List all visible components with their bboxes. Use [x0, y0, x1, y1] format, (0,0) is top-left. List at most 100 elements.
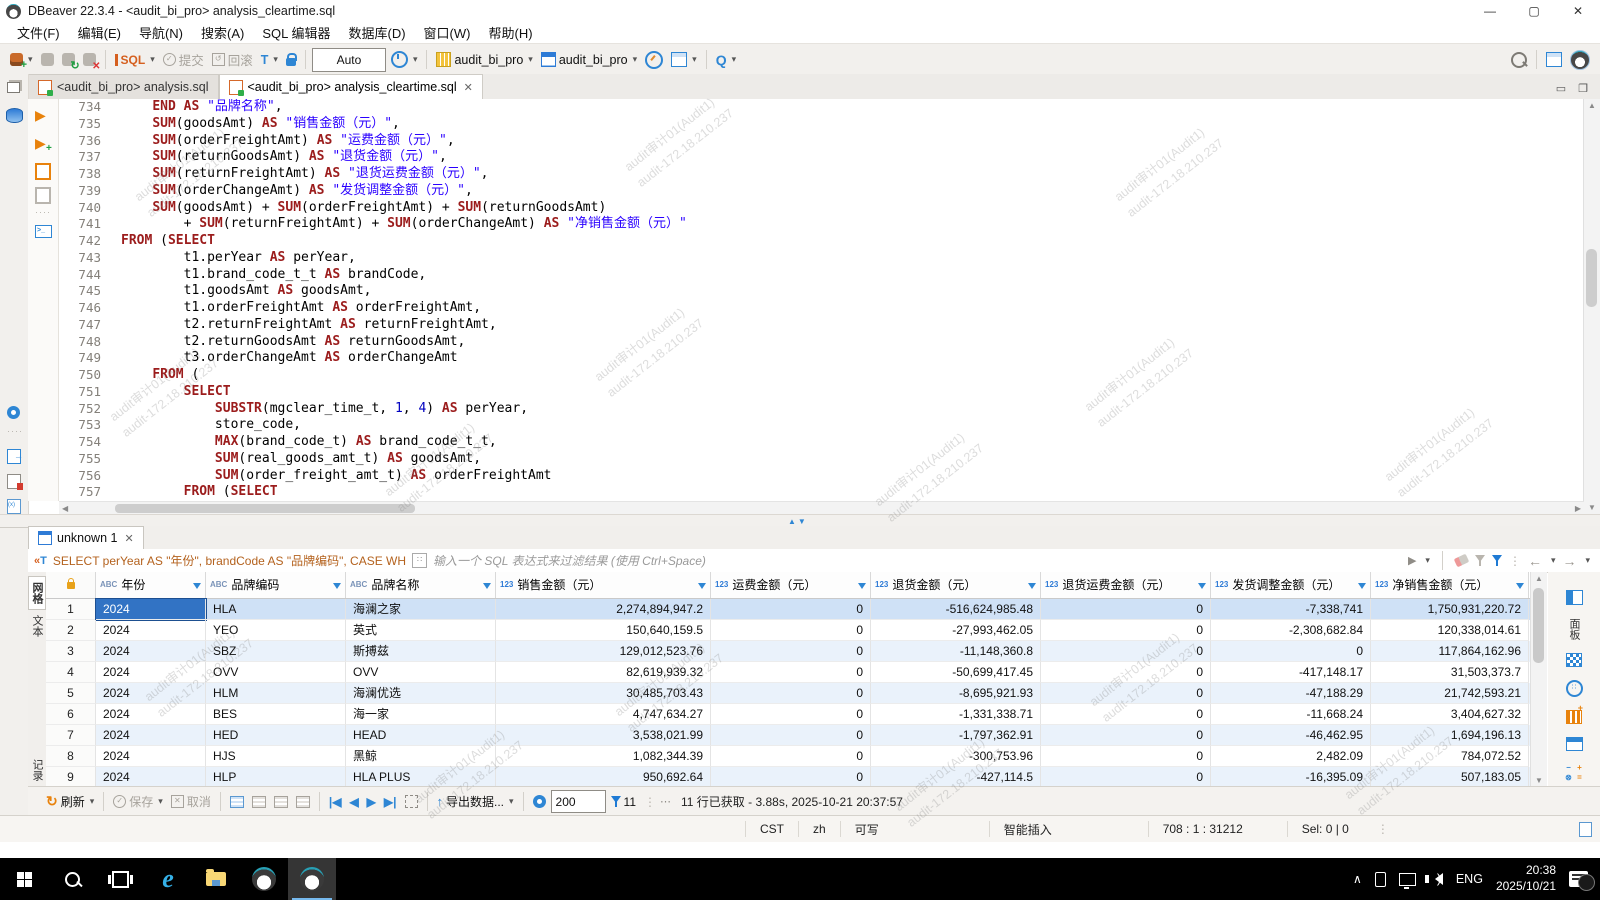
code-line[interactable]: 751 SELECT — [59, 384, 1584, 401]
grid-settings-gear-icon[interactable] — [530, 793, 549, 810]
start-button[interactable] — [0, 858, 48, 900]
grid-cell[interactable]: 3,538,021.99 — [496, 725, 711, 746]
code-line[interactable]: 742FROM (SELECT — [59, 233, 1584, 250]
grid-cell[interactable]: -50,699,417.45 — [871, 662, 1041, 683]
grid-cell[interactable]: 4,747,634.27 — [496, 704, 711, 725]
grid-cell[interactable]: 2024 — [96, 767, 206, 787]
dbeaver-taskbar-icon-active[interactable] — [288, 858, 336, 900]
sql-editor-button[interactable]: SQL▾ — [112, 52, 158, 68]
grid-cell[interactable]: 2024 — [96, 599, 206, 620]
grid-cell[interactable]: 0 — [1211, 641, 1371, 662]
grid-cell[interactable]: 海一家 — [346, 704, 496, 725]
grid-cell[interactable]: 2024 — [96, 746, 206, 767]
sql-code-editor[interactable]: 734 END AS "品牌名称",735 SUM(goodsAmt) AS "… — [59, 99, 1584, 501]
column-header-7[interactable]: 123退货运费金额（元） — [1041, 572, 1211, 598]
grid-cell[interactable]: -47,188.29 — [1211, 683, 1371, 704]
grid-cell[interactable]: 0 — [1041, 662, 1211, 683]
presentation-tab-grid[interactable]: 网格 — [28, 576, 46, 610]
grid-cell[interactable]: 1,750,931,220.72 — [1371, 599, 1529, 620]
table-row[interactable]: 92024HLPHLA PLUS950,692.640-427,114.50-1… — [46, 767, 1530, 787]
execute-script-icon[interactable] — [35, 163, 51, 180]
grid-cell[interactable]: 507,183.05 — [1371, 767, 1529, 787]
apply-filter-icon[interactable]: ▶ — [1408, 554, 1416, 567]
grid-cell[interactable]: -427,114.5 — [871, 767, 1041, 787]
script-variables-icon[interactable] — [7, 499, 21, 514]
code-line[interactable]: 753 store_code, — [59, 417, 1584, 434]
code-line[interactable]: 752 SUBSTR(mgclear_time_t, 1, 4) AS perY… — [59, 401, 1584, 418]
metadata-panel-icon[interactable] — [1566, 710, 1582, 724]
schema-selector[interactable]: audit_bi_pro▾ — [538, 50, 640, 69]
grid-cell[interactable]: 黑鲸 — [346, 746, 496, 767]
close-icon[interactable]: ✕ — [1556, 0, 1600, 22]
fetch-size-input[interactable]: 200 — [551, 790, 606, 813]
menu-item-3[interactable]: 搜索(A) — [192, 21, 253, 44]
row-number[interactable]: 6 — [46, 704, 96, 725]
grid-cell[interactable]: 82,619,939.32 — [496, 662, 711, 683]
transaction-mode-button[interactable]: T▾ — [258, 51, 281, 69]
filter-expand-icon[interactable]: ∷ — [412, 553, 427, 568]
grid-cell[interactable]: 2,274,894,947.2 — [496, 599, 711, 620]
minimize-panel-icon[interactable]: ▭ — [1556, 82, 1566, 95]
menu-item-6[interactable]: 窗口(W) — [415, 21, 480, 44]
grid-cell[interactable]: 1,694,196.13 — [1371, 725, 1529, 746]
grid-cell[interactable]: 1,082,344.39 — [496, 746, 711, 767]
grid-cell[interactable]: -1,331,338.71 — [871, 704, 1041, 725]
grid-cell[interactable]: 海澜之家 — [346, 599, 496, 620]
presentation-tab-record[interactable]: 记录 — [29, 753, 45, 781]
lock-icon[interactable] — [283, 52, 299, 68]
panels-toggle-icon[interactable] — [1566, 590, 1583, 605]
new-connection-button[interactable]: ▾ — [7, 51, 36, 68]
sql-terminal-icon[interactable]: >_ — [35, 225, 52, 238]
reconnect-button[interactable] — [59, 51, 78, 68]
grid-cell[interactable]: 0 — [711, 704, 871, 725]
settings-gear-icon[interactable] — [7, 406, 20, 419]
minimize-icon[interactable]: — — [1468, 0, 1512, 22]
grid-cell[interactable]: -46,462.95 — [1211, 725, 1371, 746]
column-filter-icon[interactable] — [1516, 583, 1524, 593]
grid-cell[interactable]: BES — [206, 704, 346, 725]
menu-item-7[interactable]: 帮助(H) — [479, 21, 541, 44]
nav-forward-dropdown-icon[interactable]: ▾ — [1585, 555, 1590, 566]
code-line[interactable]: 750 FROM ( — [59, 367, 1584, 384]
prev-row-icon[interactable]: ◀ — [346, 793, 361, 811]
row-number[interactable]: 1 — [46, 599, 96, 620]
commit-button[interactable]: ✓提交 — [160, 48, 207, 71]
file-explorer-icon[interactable] — [192, 858, 240, 900]
goto-row-icon[interactable] — [402, 793, 421, 810]
value-viewer-icon[interactable] — [1566, 653, 1582, 667]
grid-cell[interactable]: 0 — [1041, 599, 1211, 620]
column-filter-icon[interactable] — [1358, 583, 1366, 593]
grid-cell[interactable]: 英式 — [346, 620, 496, 641]
grid-cell[interactable]: 31,503,373.7 — [1371, 662, 1529, 683]
grid-cell[interactable]: 2024 — [96, 683, 206, 704]
user-avatar[interactable] — [1567, 48, 1593, 72]
code-line[interactable]: 734 END AS "品牌名称", — [59, 99, 1584, 116]
nav-back-icon[interactable]: ← — [1528, 553, 1542, 569]
code-line[interactable]: 743 t1.perYear AS perYear, — [59, 250, 1584, 267]
grid-cell[interactable]: 117,864,162.96 — [1371, 641, 1529, 662]
row-number[interactable]: 5 — [46, 683, 96, 704]
code-line[interactable]: 749 t3.orderChangeAmt AS orderChangeAmt — [59, 350, 1584, 367]
usb-tray-icon[interactable] — [1375, 872, 1386, 887]
row-number[interactable]: 7 — [46, 725, 96, 746]
table-row[interactable]: 52024HLM海澜优选30,485,703.430-8,695,921.930… — [46, 683, 1530, 704]
fetched-filter[interactable]: 11 — [608, 793, 639, 811]
refresh-button[interactable]: ↻刷新▾ — [43, 791, 97, 812]
grid-cell[interactable]: 0 — [711, 767, 871, 787]
code-line[interactable]: 735 SUM(goodsAmt) AS "销售金额（元）", — [59, 116, 1584, 133]
row-number[interactable]: 9 — [46, 767, 96, 787]
grid-cell[interactable]: SBZ — [206, 641, 346, 662]
grid-vertical-scrollbar[interactable]: ▲ ▼ — [1530, 572, 1547, 787]
grid-cell[interactable]: -16,395.09 — [1211, 767, 1371, 787]
grid-cell[interactable]: 0 — [711, 620, 871, 641]
column-filter-icon[interactable] — [698, 583, 706, 593]
table-row[interactable]: 72024HEDHEAD3,538,021.990-1,797,362.910-… — [46, 725, 1530, 746]
column-header-4[interactable]: 123销售金额（元） — [496, 572, 711, 598]
add-row-icon[interactable] — [227, 794, 247, 810]
perspective-icon[interactable] — [1543, 50, 1565, 69]
grid-cell[interactable]: -300,753.96 — [871, 746, 1041, 767]
grid-cell[interactable]: 2024 — [96, 662, 206, 683]
grid-cell[interactable]: HLP — [206, 767, 346, 787]
grid-cell[interactable]: 784,072.52 — [1371, 746, 1529, 767]
editor-horizontal-scrollbar[interactable]: ◀ ▶ — [59, 501, 1584, 515]
